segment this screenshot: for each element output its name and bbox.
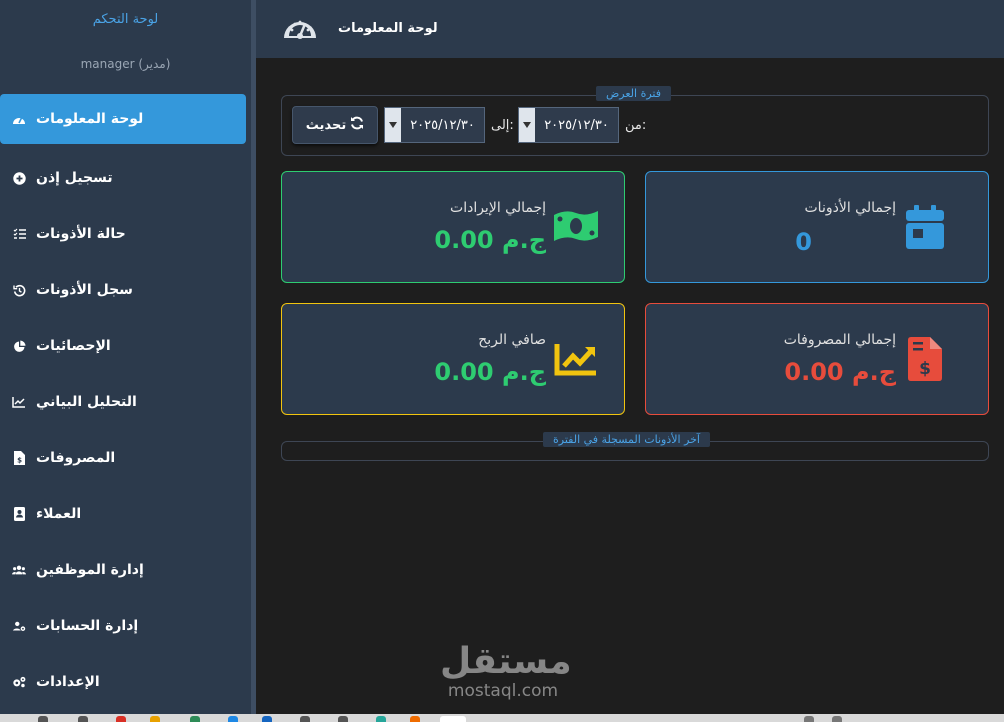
from-date-picker[interactable]: ٢٠٢٥/١٢/٣٠ [518, 107, 619, 143]
users-cog-icon [12, 619, 26, 633]
taskbar-app-icon[interactable] [804, 716, 814, 722]
revenue-card: إجمالي الإيرادات 0.00 ج.م [281, 171, 625, 283]
taskbar [0, 714, 1004, 722]
sidebar-item-register-permit[interactable]: تسجيل إذن [0, 150, 246, 206]
sidebar-item-permit-log[interactable]: سجل الأذونات [0, 262, 246, 318]
sidebar-item-chart-analysis[interactable]: التحليل البياني [0, 374, 246, 430]
profit-card: صافي الربح 0.00 ج.م [281, 303, 625, 415]
expenses-card: إجمالي المصروفات 0.00 ج.م $ [645, 303, 989, 415]
profit-label: صافي الربح [478, 332, 546, 348]
taskbar-app-icon[interactable] [832, 716, 842, 722]
permits-label: إجمالي الأذونات [804, 200, 897, 216]
sidebar-item-label: تسجيل إذن [36, 170, 113, 186]
sidebar-item-label: التحليل البياني [36, 394, 137, 410]
sidebar-item-label: حالة الأذونات [36, 226, 126, 242]
profit-value: 0.00 ج.م [434, 358, 546, 386]
sidebar: لوحة التحكم manager (مدير) لوحة المعلوما… [0, 0, 251, 714]
sidebar-divider [251, 0, 256, 714]
users-icon [12, 563, 26, 577]
sidebar-item-clients[interactable]: العملاء [0, 486, 246, 542]
address-book-icon [12, 507, 26, 521]
sidebar-item-label: لوحة المعلومات [36, 111, 144, 127]
sidebar-item-settings[interactable]: الإعدادات [0, 654, 246, 710]
sidebar-item-label: إدارة الموظفين [36, 562, 144, 578]
sidebar-item-label: العملاء [36, 506, 82, 522]
taskbar-app-icon[interactable] [228, 716, 238, 722]
sidebar-item-label: المصروفات [36, 450, 116, 466]
taskbar-app-icon[interactable] [190, 716, 200, 722]
line-chart-icon [12, 395, 26, 409]
to-date-value: ٢٠٢٥/١٢/٣٠ [410, 117, 475, 133]
sidebar-item-expenses[interactable]: المصروفات $ [0, 430, 246, 486]
invoice-icon: $ [12, 451, 26, 465]
from-label: من: [625, 118, 647, 133]
taskbar-app-icon[interactable] [440, 716, 466, 722]
pie-chart-icon [12, 339, 26, 353]
taskbar-app-icon[interactable] [116, 716, 126, 722]
revenue-label: إجمالي الإيرادات [450, 200, 546, 216]
taskbar-app-icon[interactable] [38, 716, 48, 722]
expenses-label: إجمالي المصروفات [783, 332, 896, 348]
expenses-value: 0.00 ج.م [784, 358, 896, 386]
history-icon [12, 283, 26, 297]
refresh-label: تحديث [305, 117, 347, 133]
file-invoice-dollar-icon: $ [908, 337, 942, 385]
gauge-icon [282, 12, 318, 42]
chart-line-icon [554, 342, 598, 380]
list-check-icon [12, 227, 26, 241]
svg-text:$: $ [919, 359, 931, 379]
money-bill-icon [552, 209, 600, 247]
to-label: إلى: [491, 118, 514, 133]
page-title: لوحة المعلومات [338, 21, 438, 36]
current-user: manager (مدير) [80, 57, 171, 71]
to-date-picker[interactable]: ٢٠٢٥/١٢/٣٠ [384, 107, 485, 143]
sidebar-item-permit-status[interactable]: حالة الأذونات [0, 206, 246, 262]
taskbar-app-icon[interactable] [150, 716, 160, 722]
watermark-arabic: مستقل [440, 641, 572, 682]
sidebar-item-label: الإعدادات [36, 674, 100, 690]
period-legend: فترة العرض [596, 86, 671, 101]
calendar-icon [906, 205, 944, 253]
taskbar-app-icon[interactable] [78, 716, 88, 722]
sidebar-item-label: إدارة الحسابات [36, 618, 139, 634]
revenue-value: 0.00 ج.م [434, 226, 546, 254]
taskbar-app-icon[interactable] [376, 716, 386, 722]
sidebar-title: لوحة التحكم [92, 12, 159, 27]
recent-permits-legend: آخر الأذونات المسجلة في الفترة [543, 432, 710, 447]
refresh-button[interactable]: تحديث [292, 106, 378, 144]
taskbar-app-icon[interactable] [338, 716, 348, 722]
sync-icon [350, 116, 364, 134]
sidebar-menu: لوحة المعلومات تسجيل إذن حالة الأذونات س… [0, 94, 251, 710]
dashboard-icon [12, 112, 26, 126]
sidebar-item-label: سجل الأذونات [36, 282, 133, 298]
svg-text:$: $ [17, 457, 22, 465]
cogs-icon [12, 675, 26, 689]
watermark-latin: mostaql.com [447, 681, 559, 701]
permits-card: إجمالي الأذونات 0 [645, 171, 989, 283]
header-bar: لوحة المعلومات [256, 0, 1004, 58]
plus-circle-icon [12, 171, 26, 185]
from-date-value: ٢٠٢٥/١٢/٣٠ [544, 117, 609, 133]
watermark: مستقل mostaql.com [440, 641, 572, 701]
chevron-down-icon[interactable] [385, 108, 401, 142]
chevron-down-icon[interactable] [519, 108, 535, 142]
sidebar-item-dashboard[interactable]: لوحة المعلومات [0, 94, 246, 144]
taskbar-app-icon[interactable] [300, 716, 310, 722]
taskbar-app-icon[interactable] [262, 716, 272, 722]
sidebar-item-statistics[interactable]: الإحصائيات [0, 318, 246, 374]
taskbar-app-icon[interactable] [410, 716, 420, 722]
sidebar-item-label: الإحصائيات [36, 338, 111, 354]
sidebar-item-accounts[interactable]: إدارة الحسابات [0, 598, 246, 654]
sidebar-item-employees[interactable]: إدارة الموظفين [0, 542, 246, 598]
permits-value: 0 [795, 228, 812, 256]
